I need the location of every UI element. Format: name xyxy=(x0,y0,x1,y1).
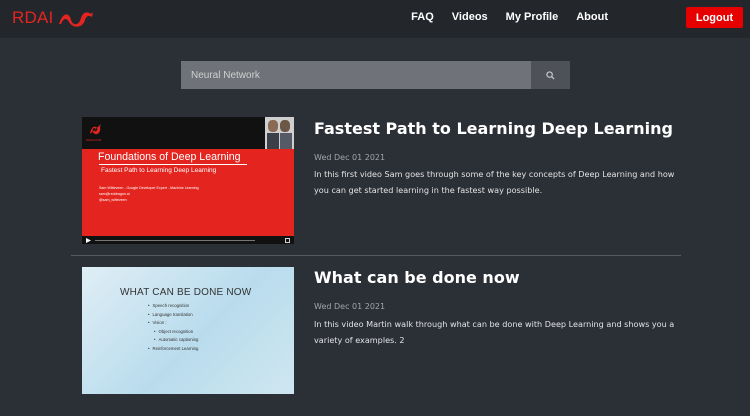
video-description-1: In this first video Sam goes through som… xyxy=(314,169,675,195)
nav-my-profile[interactable]: My Profile xyxy=(506,11,559,23)
nav-links: FAQ Videos My Profile About xyxy=(411,11,608,23)
video-description-2: In this video Martin walk through what c… xyxy=(314,319,675,345)
navbar: RDAI FAQ Videos My Profile About Logout xyxy=(0,0,750,38)
video-divider xyxy=(71,255,681,256)
thumbnail-header: RDRAGON xyxy=(82,117,294,149)
thumbnail-bullet: Automatic captioning xyxy=(154,336,199,345)
play-icon[interactable] xyxy=(86,238,91,243)
nav-about[interactable]: About xyxy=(576,11,608,23)
thumbnail-author: Sam Witteveen - Google Developer Expert … xyxy=(99,186,199,190)
nav-videos[interactable]: Videos xyxy=(452,11,488,23)
thumbnail-bullet: Vision : xyxy=(148,319,198,328)
thumbnail-heading: Foundations of Deep Learning xyxy=(98,151,241,163)
thumbnail-bullet: Speech recognition xyxy=(148,302,198,311)
thumbnail-heading: WHAT CAN BE DONE NOW xyxy=(120,287,252,298)
player-controls[interactable] xyxy=(82,236,294,244)
thumbnail-email: sam@reddragon.ai xyxy=(99,192,130,196)
thumbnail-logo-text: RDRAGON xyxy=(86,138,102,142)
presenter-image xyxy=(265,117,294,149)
brand[interactable]: RDAI xyxy=(12,8,95,28)
search-bar xyxy=(181,61,570,89)
video-thumbnail-1[interactable]: RDRAGON Foundations of Deep Learning Fas… xyxy=(82,117,294,244)
fullscreen-icon[interactable] xyxy=(285,238,290,243)
logout-button[interactable]: Logout xyxy=(686,7,743,28)
search-input[interactable] xyxy=(181,61,531,89)
thumbnail-bullet: Reinforcement Learning xyxy=(148,345,199,354)
thumbnail-subheading: Fastest Path to Learning Deep Learning xyxy=(101,167,217,174)
nav-faq[interactable]: FAQ xyxy=(411,11,434,23)
search-icon xyxy=(546,70,555,80)
search-button[interactable] xyxy=(531,61,570,89)
video-date-1: Wed Dec 01 2021 xyxy=(314,153,386,162)
red-dragon-icon xyxy=(59,12,94,27)
video-title-2[interactable]: What can be done now xyxy=(314,268,520,287)
thumbnail-bullet: Language translation xyxy=(148,311,198,320)
thumbnail-divider xyxy=(99,164,247,165)
video-date-2: Wed Dec 01 2021 xyxy=(314,302,386,311)
thumbnail-handle: @sam_witteveen xyxy=(99,198,127,202)
video-thumbnail-2[interactable]: WHAT CAN BE DONE NOW Speech recognition … xyxy=(82,267,294,394)
thumbnail-bullet-list: Speech recognition Language translation … xyxy=(148,302,199,354)
brand-name: RDAI xyxy=(12,8,54,27)
dragon-logo-icon xyxy=(90,124,101,135)
thumbnail-bullet: Object recognition xyxy=(154,328,198,337)
video-title-1[interactable]: Fastest Path to Learning Deep Learning xyxy=(314,119,673,138)
